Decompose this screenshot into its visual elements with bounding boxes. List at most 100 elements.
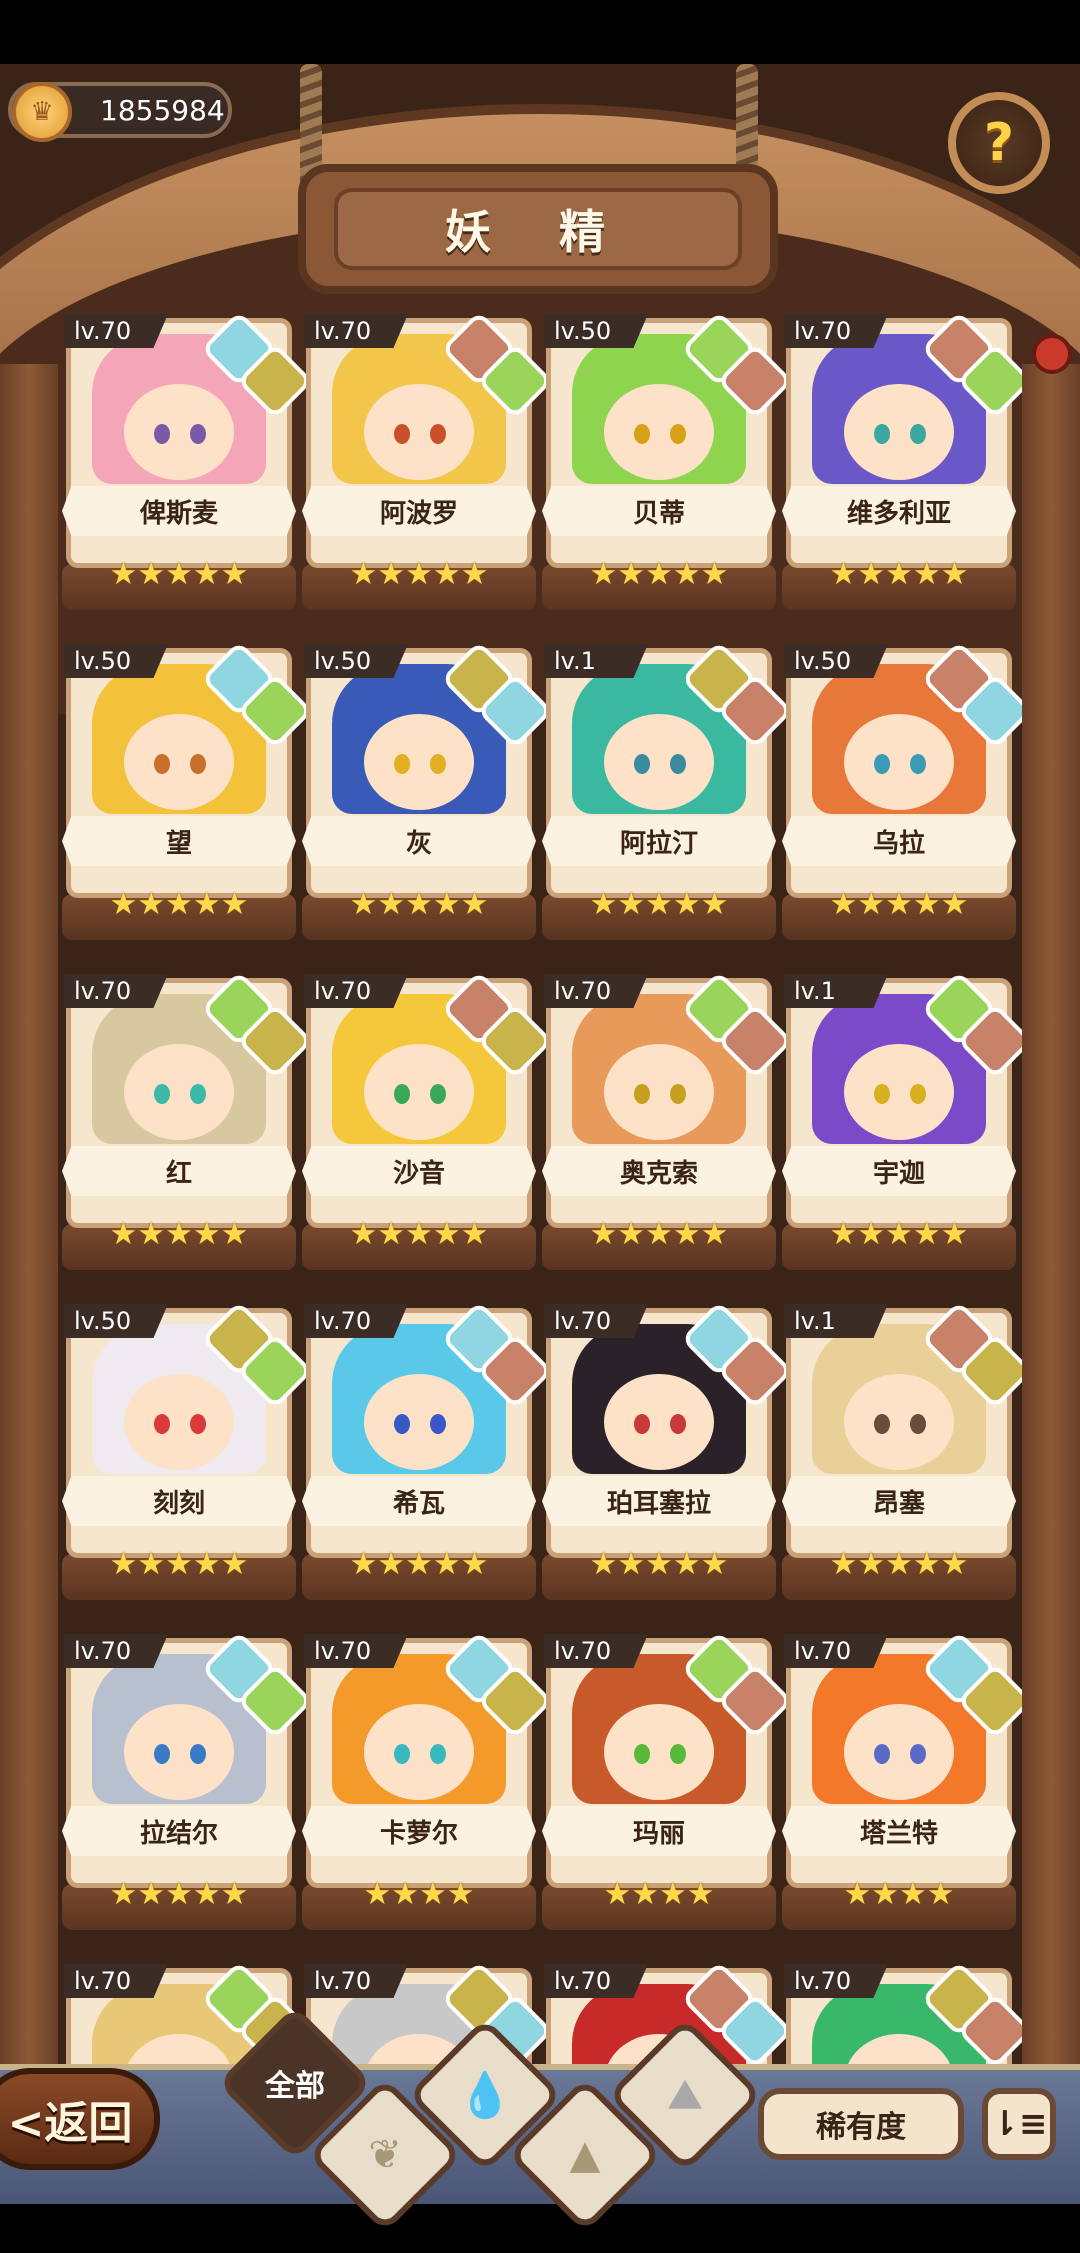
star-rating: ★★★★★ — [349, 1216, 489, 1252]
level-badge: lv.70 — [784, 1634, 888, 1668]
fairy-card[interactable]: lv.50 望 ★★★★★ — [62, 640, 314, 940]
fairy-card[interactable]: lv.70 玛丽 ★★★★ — [542, 1630, 794, 1930]
coin-value: 1855984 — [100, 94, 225, 127]
portrait-face — [844, 1374, 954, 1470]
level-badge: lv.70 — [304, 1304, 408, 1338]
portrait-face — [844, 714, 954, 810]
fairy-card[interactable]: lv.1 宇迦 ★★★★★ — [782, 970, 1022, 1270]
sort-order-button[interactable]: ⇂≡ — [982, 2088, 1056, 2160]
fairy-card[interactable]: lv.70 红 ★★★★★ — [62, 970, 314, 1270]
portrait-face — [364, 1374, 474, 1470]
fairy-card[interactable]: lv.1 阿拉汀 ★★★★★ — [542, 640, 794, 940]
star-rating: ★★★★★ — [109, 1546, 249, 1582]
level-badge: lv.70 — [64, 1964, 168, 1998]
fairy-card[interactable]: lv.50 灰 ★★★★★ — [302, 640, 554, 940]
level-badge: lv.1 — [784, 974, 888, 1008]
level-badge: lv.50 — [544, 314, 648, 348]
portrait-face — [604, 1704, 714, 1800]
fairy-name: 贝蒂 — [542, 486, 776, 536]
fairy-name: 俾斯麦 — [62, 486, 296, 536]
fairy-card[interactable]: lv.1 昂塞 ★★★★★ — [782, 1300, 1022, 1600]
help-button[interactable]: ? — [948, 92, 1050, 194]
notification-dot[interactable] — [1032, 334, 1072, 374]
portrait-face — [844, 1704, 954, 1800]
portrait-eye — [670, 1084, 686, 1104]
fairy-name: 望 — [62, 816, 296, 866]
portrait-face — [604, 1374, 714, 1470]
portrait-face — [124, 1374, 234, 1470]
earth-icon: ▲ — [569, 2132, 601, 2178]
portrait-eye — [910, 1084, 926, 1104]
fairy-name: 灰 — [302, 816, 536, 866]
rarity-sort-button[interactable]: 稀有度 — [758, 2088, 964, 2160]
fairy-name: 宇迦 — [782, 1146, 1016, 1196]
fairy-card[interactable]: lv.50 刻刻 ★★★★★ — [62, 1300, 314, 1600]
star-rating: ★★★★★ — [589, 1546, 729, 1582]
fairy-name: 拉结尔 — [62, 1806, 296, 1856]
fairy-card[interactable]: lv.70 沙音 ★★★★★ — [302, 970, 554, 1270]
fairy-card[interactable]: lv.70 维多利亚 ★★★★★ — [782, 314, 1022, 610]
portrait-eye — [634, 1084, 650, 1104]
portrait-eye — [430, 754, 446, 774]
star-rating: ★★★★ — [363, 1876, 475, 1912]
star-rating: ★★★★★ — [829, 1216, 969, 1252]
portrait-eye — [910, 1414, 926, 1434]
portrait-eye — [394, 1414, 410, 1434]
star-rating: ★★★★★ — [589, 886, 729, 922]
sort-icon: ⇂≡ — [990, 2104, 1048, 2144]
water-drop-icon: 💧 — [457, 2070, 513, 2121]
star-rating: ★★★★★ — [109, 1216, 249, 1252]
back-button[interactable]: <返回 — [0, 2068, 160, 2170]
fairy-card[interactable]: lv.70 阿波罗 ★★★★★ — [302, 314, 554, 610]
portrait-eye — [634, 1414, 650, 1434]
portrait-eye — [154, 1414, 170, 1434]
level-badge: lv.70 — [64, 1634, 168, 1668]
level-badge: lv.50 — [64, 1304, 168, 1338]
portrait-face — [844, 384, 954, 480]
fairy-name: 维多利亚 — [782, 486, 1016, 536]
portrait-eye — [874, 1744, 890, 1764]
fairy-card[interactable]: lv.50 贝蒂 ★★★★★ — [542, 314, 794, 610]
fairy-card[interactable]: lv.70 卡萝尔 ★★★★ — [302, 1630, 554, 1930]
portrait-eye — [430, 1084, 446, 1104]
portrait-face — [604, 384, 714, 480]
star-rating: ★★★★★ — [349, 556, 489, 592]
star-rating: ★★★★★ — [589, 556, 729, 592]
game-screen: ♛ 1855984 妖 精 ? lv.70 俾斯麦 ★★★★★ lv.70 阿波罗 ★★★… — [0, 64, 1080, 2204]
fairy-card[interactable]: lv.70 奥克索 ★★★★★ — [542, 970, 794, 1270]
portrait-eye — [670, 1414, 686, 1434]
star-rating: ★★★★★ — [829, 1546, 969, 1582]
fairy-card[interactable]: lv.70 拉结尔 ★★★★★ — [62, 1630, 314, 1930]
portrait-eye — [394, 754, 410, 774]
coin-icon: ♛ — [12, 82, 72, 142]
portrait-eye — [634, 754, 650, 774]
level-badge: lv.50 — [784, 644, 888, 678]
portrait-eye — [910, 754, 926, 774]
fairy-name: 玛丽 — [542, 1806, 776, 1856]
portrait-eye — [190, 1414, 206, 1434]
portrait-face — [124, 384, 234, 480]
fairy-name: 珀耳塞拉 — [542, 1476, 776, 1526]
level-badge: lv.70 — [304, 1964, 408, 1998]
fairy-name: 奥克索 — [542, 1146, 776, 1196]
portrait-eye — [670, 424, 686, 444]
portrait-eye — [190, 424, 206, 444]
fairy-card[interactable]: lv.70 希瓦 ★★★★★ — [302, 1300, 554, 1600]
level-badge: lv.1 — [784, 1304, 888, 1338]
fairy-card[interactable]: lv.70 珀耳塞拉 ★★★★★ — [542, 1300, 794, 1600]
fairy-card[interactable]: lv.70 俾斯麦 ★★★★★ — [62, 314, 314, 610]
portrait-eye — [874, 1414, 890, 1434]
portrait-eye — [394, 424, 410, 444]
fairy-name: 乌拉 — [782, 816, 1016, 866]
portrait-eye — [190, 754, 206, 774]
fairy-name: 沙音 — [302, 1146, 536, 1196]
star-rating: ★★★★★ — [589, 1216, 729, 1252]
sprout-icon: ❦ — [368, 2132, 402, 2178]
title-sign: 妖 精 — [298, 164, 778, 294]
portrait-face — [124, 1044, 234, 1140]
fairy-card[interactable]: lv.50 乌拉 ★★★★★ — [782, 640, 1022, 940]
star-rating: ★★★★★ — [349, 886, 489, 922]
portrait-eye — [910, 1744, 926, 1764]
fairy-card[interactable]: lv.70 塔兰特 ★★★★ — [782, 1630, 1022, 1930]
fairy-grid: lv.70 俾斯麦 ★★★★★ lv.70 阿波罗 ★★★★★ lv.50 贝蒂 ★★★★★ lv… — [62, 314, 1022, 2144]
